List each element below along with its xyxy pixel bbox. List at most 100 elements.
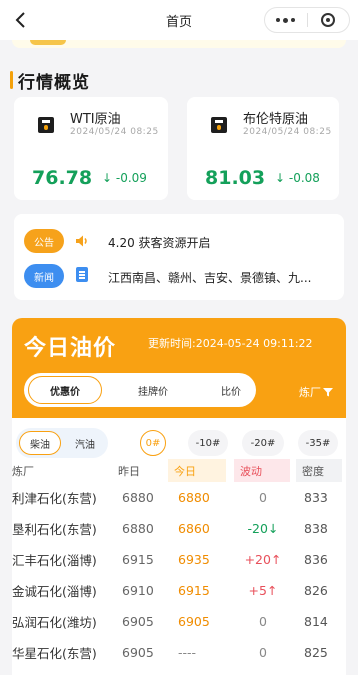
top-banner-remnant (12, 40, 346, 48)
col-change: 波动 (234, 459, 290, 482)
grade-0[interactable]: 0# (140, 430, 166, 456)
grade-minus20[interactable]: -20# (242, 430, 284, 456)
oil-price-title: 今日油价 (24, 336, 117, 361)
tab-listed-price[interactable]: 挂牌价 (116, 376, 190, 404)
change-cell: +5 ↑ (240, 575, 286, 606)
yesterday-price-cell: 6880 (122, 521, 154, 536)
factory-cell: 汇丰石化(淄博) (12, 553, 97, 568)
market-section-title: 行情概览 (10, 70, 90, 93)
change-value: +5 (248, 583, 267, 598)
table-header: 炼厂 昨日 今日 波动 密度 (12, 459, 346, 482)
market-name: 布伦特原油 (243, 112, 309, 127)
arrow-down-icon: ↓ (102, 171, 116, 185)
update-time: 更新时间:2024-05-24 09:11:22 (148, 337, 313, 350)
oil-price-table: 柴油 汽油 0# -10# -20# -35# 炼厂 昨日 今日 波动 密度 利… (12, 418, 346, 675)
tab-discount-price[interactable]: 优惠价 (28, 376, 102, 404)
today-price-cell: ---- (178, 645, 197, 660)
news-text[interactable]: 江西南昌、赣州、吉安、景德镇、九... (108, 269, 340, 286)
yesterday-price-cell: 6915 (122, 552, 154, 567)
market-card-wti[interactable]: WTI原油 2024/05/24 08:25 76.78 ↓ -0.09 (14, 97, 168, 200)
grade-minus35[interactable]: -35# (298, 430, 338, 456)
more-dots-icon[interactable] (265, 17, 307, 23)
change-value: 0 (259, 490, 267, 505)
oil-barrel-icon (38, 117, 54, 133)
notice-card: 公告 4.20 获客资源开启 新闻 江西南昌、赣州、吉安、景德镇、九... (14, 214, 344, 300)
arrow-up-icon: ↑ (266, 583, 278, 598)
density-cell: 826 (304, 583, 328, 598)
price-type-tabs: 优惠价 挂牌价 比价 (24, 373, 256, 407)
arrow-down-icon: ↓ (267, 521, 279, 536)
factory-cell: 华星石化(东营) (12, 646, 97, 661)
change-cell: -20 ↓ (240, 513, 286, 544)
today-price-cell: 6935 (178, 552, 210, 567)
factory-filter-label: 炼厂 (299, 386, 321, 399)
density-cell: 833 (304, 490, 328, 505)
table-row[interactable]: 利津石化(东营) 6880 6880 0 833 (12, 482, 346, 513)
close-program-button[interactable] (307, 13, 349, 27)
density-cell: 825 (304, 645, 328, 660)
market-change-value: -0.09 (115, 171, 147, 185)
col-factory: 炼厂 (12, 464, 34, 478)
factory-cell: 弘润石化(潍坊) (12, 615, 97, 630)
today-price-cell: 6880 (178, 490, 210, 505)
change-value: +20 (244, 552, 271, 567)
news-tag: 新闻 (24, 264, 64, 288)
market-change: ↓ -0.08 (275, 171, 320, 185)
market-change-value: -0.08 (288, 171, 320, 185)
market-date: 2024/05/24 08:25 (243, 127, 332, 137)
table-row[interactable]: 汇丰石化(淄博) 6915 6935 +20 ↑ 836 (12, 544, 346, 575)
today-price-cell: 6915 (178, 583, 210, 598)
section-title-text: 行情概览 (18, 72, 90, 93)
mini-program-capsule (264, 7, 350, 33)
change-cell: 0 (240, 606, 286, 637)
fuel-type-toggle: 柴油 汽油 (16, 428, 108, 458)
announcement-tag: 公告 (24, 229, 64, 253)
change-value: -20 (247, 521, 268, 536)
market-date: 2024/05/24 08:25 (70, 127, 159, 137)
oil-price-header: 今日油价 更新时间:2024-05-24 09:11:22 优惠价 挂牌价 比价… (12, 318, 346, 418)
speaker-icon (76, 235, 87, 247)
table-row[interactable]: 垦利石化(东营) 6880 6860 -20 ↓ 838 (12, 513, 346, 544)
market-change: ↓ -0.09 (102, 171, 147, 185)
change-cell: 0 (240, 482, 286, 513)
density-cell: 814 (304, 614, 328, 629)
market-price: 76.78 (32, 167, 93, 189)
density-cell: 836 (304, 552, 328, 567)
grade-minus10[interactable]: -10# (188, 430, 228, 456)
market-price: 81.03 (205, 167, 266, 189)
filter-icon (323, 388, 333, 397)
fuel-diesel[interactable]: 柴油 (19, 431, 61, 455)
fuel-gasoline[interactable]: 汽油 (64, 431, 106, 455)
col-today: 今日 (168, 459, 226, 482)
change-cell: +20 ↑ (240, 544, 286, 575)
tab-compare-price[interactable]: 比价 (194, 376, 268, 404)
yesterday-price-cell: 6880 (122, 490, 154, 505)
col-yesterday: 昨日 (108, 459, 164, 482)
change-value: 0 (259, 645, 267, 660)
arrow-up-icon: ↑ (270, 552, 282, 567)
market-name: WTI原油 (70, 112, 121, 127)
table-row[interactable]: 弘润石化(潍坊) 6905 6905 0 814 (12, 606, 346, 637)
document-icon (76, 267, 88, 282)
yesterday-price-cell: 6905 (122, 645, 154, 660)
table-row[interactable]: 金诚石化(淄博) 6910 6915 +5 ↑ 826 (12, 575, 346, 606)
yesterday-price-cell: 6905 (122, 614, 154, 629)
title-accent-bar (10, 71, 13, 89)
table-row[interactable]: 华星石化(东营) 6905 ---- 0 825 (12, 637, 346, 668)
navbar: 首页 (0, 0, 358, 40)
today-price-cell: 6905 (178, 614, 210, 629)
target-circle-icon (321, 13, 336, 27)
announcement-text[interactable]: 4.20 获客资源开启 (108, 234, 211, 251)
col-density: 密度 (296, 459, 342, 482)
oil-barrel-icon (211, 117, 227, 133)
factory-cell: 金诚石化(淄博) (12, 584, 97, 599)
arrow-down-icon: ↓ (275, 171, 289, 185)
market-card-brent[interactable]: 布伦特原油 2024/05/24 08:25 81.03 ↓ -0.08 (187, 97, 339, 200)
change-cell: 0 (240, 637, 286, 668)
factory-cell: 利津石化(东营) (12, 491, 97, 506)
yesterday-price-cell: 6910 (122, 583, 154, 598)
factory-cell: 垦利石化(东营) (12, 522, 97, 537)
change-value: 0 (259, 614, 267, 629)
factory-filter-button[interactable]: 炼厂 (299, 384, 333, 400)
density-cell: 838 (304, 521, 328, 536)
